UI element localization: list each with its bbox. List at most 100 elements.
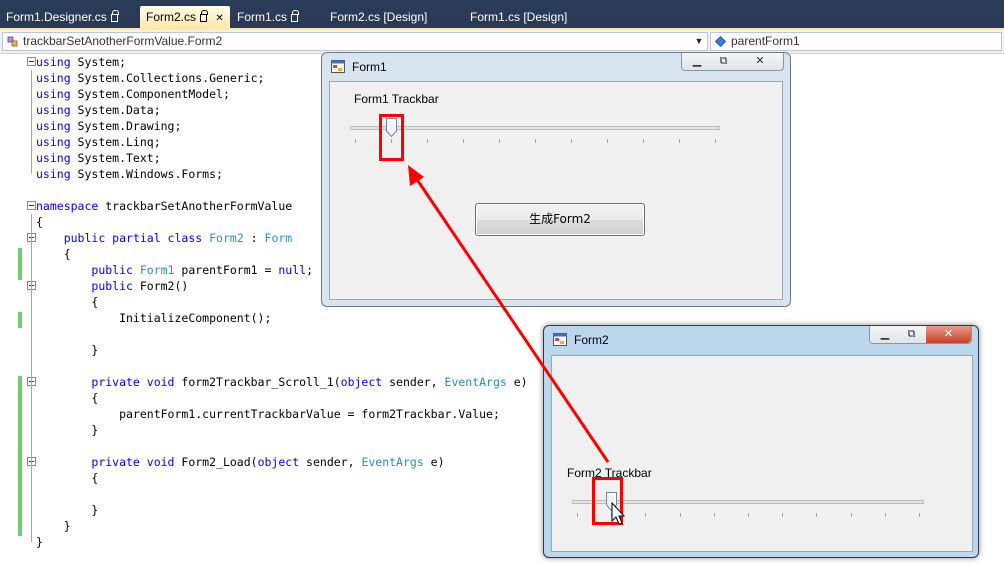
- code-token: trackbarSetAnotherFormValue: [98, 199, 293, 213]
- trackbar-tick: [713, 513, 715, 517]
- trackbar-tick: [499, 139, 500, 143]
- code-token: {: [36, 391, 99, 405]
- collapse-toggle-icon[interactable]: [27, 201, 36, 210]
- tab-label: Form1.cs: [237, 10, 288, 24]
- lock-icon: [110, 10, 119, 22]
- form1-trackbar[interactable]: [350, 118, 720, 148]
- minimize-icon[interactable]: ▁: [684, 53, 710, 70]
- class-icon: [7, 36, 18, 47]
- trackbar-tick: [782, 513, 784, 517]
- code-token: sender,: [382, 375, 445, 389]
- code-keyword: using: [36, 119, 71, 133]
- code-token: System.Drawing;: [70, 119, 182, 133]
- code-token: {: [36, 247, 71, 261]
- collapse-toggle-icon[interactable]: [27, 57, 36, 66]
- generate-form2-button[interactable]: 生成Form2: [475, 203, 645, 236]
- code-token: }: [36, 519, 71, 533]
- code-keyword: object: [257, 455, 300, 469]
- form2-trackbar[interactable]: [572, 492, 924, 522]
- code-keyword: public: [91, 279, 133, 293]
- code-keyword: public: [91, 263, 133, 277]
- code-line: public partial class Form2 : Form: [36, 230, 293, 246]
- field-icon: [715, 36, 726, 47]
- code-keyword: namespace: [36, 199, 99, 213]
- trackbar-tick: [577, 513, 578, 517]
- close-icon[interactable]: ✕: [215, 13, 223, 24]
- trackbar-tick: [850, 513, 852, 517]
- code-token: System.Data;: [70, 103, 161, 117]
- tab-form1-design[interactable]: Form1.cs [Design]: [464, 6, 573, 28]
- code-line: namespace trackbarSetAnotherFormValue: [36, 198, 292, 214]
- close-icon[interactable]: ✕: [738, 53, 782, 70]
- tab-label: Form2.cs [Design]: [330, 10, 428, 24]
- code-token: {: [36, 215, 43, 229]
- code-token: Form2(): [132, 279, 189, 293]
- maximize-icon[interactable]: ⧉: [711, 53, 736, 70]
- chevron-down-icon[interactable]: ▼: [693, 33, 705, 50]
- outline-guide: [31, 470, 32, 510]
- tab-form2-cs[interactable]: Form2.cs ✕: [140, 6, 230, 28]
- code-keyword: using: [36, 87, 71, 101]
- tab-form2-design[interactable]: Form2.cs [Design]: [324, 6, 433, 28]
- code-keyword: private void: [91, 455, 175, 469]
- document-tab-strip: Form1.Designer.cs Form2.cs ✕ Form1.cs Fo…: [0, 0, 1004, 30]
- trackbar-tick: [643, 139, 644, 143]
- code-line: using System.Linq;: [36, 134, 161, 150]
- outline-guide: [31, 390, 32, 430]
- code-line: parentForm1.currentTrackbarValue = form2…: [36, 406, 500, 422]
- code-keyword: public partial class: [63, 231, 203, 245]
- tab-label: Form1.cs [Design]: [470, 10, 568, 24]
- code-token: System.ComponentModel;: [70, 87, 230, 101]
- code-line: {: [36, 246, 71, 262]
- code-line: using System.Collections.Generic;: [36, 70, 265, 86]
- code-token: form2Trackbar_Scroll_1(: [174, 375, 341, 389]
- code-token: System.Collections.Generic;: [70, 71, 265, 85]
- code-line: InitializeComponent();: [36, 310, 271, 326]
- trackbar-tick: [679, 139, 680, 143]
- type-combo[interactable]: trackbarSetAnotherFormValue.Form2 ▼: [2, 32, 708, 51]
- code-token: System;: [70, 55, 127, 69]
- form2-caption-buttons: ▁ ⧉ ✕: [869, 326, 972, 344]
- form1-window[interactable]: Form1 ▁ ⧉ ✕ Form1 Trackbar 生成Form2: [321, 52, 791, 307]
- changed-line-marker: [18, 456, 22, 536]
- trackbar-tick: [715, 139, 716, 143]
- code-token: InitializeComponent();: [36, 311, 272, 325]
- tab-form1-designer-cs[interactable]: Form1.Designer.cs: [0, 6, 124, 28]
- trackbar-tick: [607, 139, 608, 143]
- member-combo[interactable]: parentForm1: [710, 32, 1002, 51]
- form1-thumb-highlight: [379, 114, 404, 161]
- code-token: parentForm1 =: [174, 263, 279, 277]
- trackbar-tick: [427, 139, 428, 143]
- form2-thumb-highlight: [592, 477, 623, 525]
- close-icon[interactable]: ✕: [926, 326, 971, 343]
- trackbar-tick: [463, 139, 464, 143]
- trackbar-tick: [645, 513, 647, 517]
- code-type: Form2: [209, 231, 244, 245]
- code-keyword: private void: [91, 375, 175, 389]
- trackbar-tick: [884, 513, 886, 517]
- maximize-icon[interactable]: ⧉: [899, 326, 924, 343]
- lock-icon: [200, 10, 209, 22]
- navigation-bar: trackbarSetAnotherFormValue.Form2 ▼ pare…: [0, 30, 1004, 54]
- member-combo-value: parentForm1: [731, 34, 800, 48]
- code-type: EventArgs: [444, 375, 507, 389]
- minimize-icon[interactable]: ▁: [872, 326, 898, 343]
- tab-form1-cs[interactable]: Form1.cs: [231, 6, 304, 28]
- code-line: public Form2(): [36, 278, 188, 294]
- code-token: {: [36, 471, 99, 485]
- tab-label: Form2.cs: [146, 10, 197, 24]
- trackbar-tick: [679, 513, 681, 517]
- code-token: parentForm1.currentTrackbarValue = form2…: [36, 407, 500, 421]
- form1-caption-buttons: ▁ ⧉ ✕: [681, 53, 784, 71]
- form1-trackbar-label: Form1 Trackbar: [354, 92, 439, 106]
- code-token: e): [423, 455, 445, 469]
- code-line: private void Form2_Load(object sender, E…: [36, 454, 445, 470]
- code-line: private void form2Trackbar_Scroll_1(obje…: [36, 374, 527, 390]
- form-app-icon: [553, 333, 567, 346]
- code-token: System.Linq;: [70, 135, 161, 149]
- code-line: using System.Windows.Forms;: [36, 166, 223, 182]
- code-keyword: using: [36, 103, 71, 117]
